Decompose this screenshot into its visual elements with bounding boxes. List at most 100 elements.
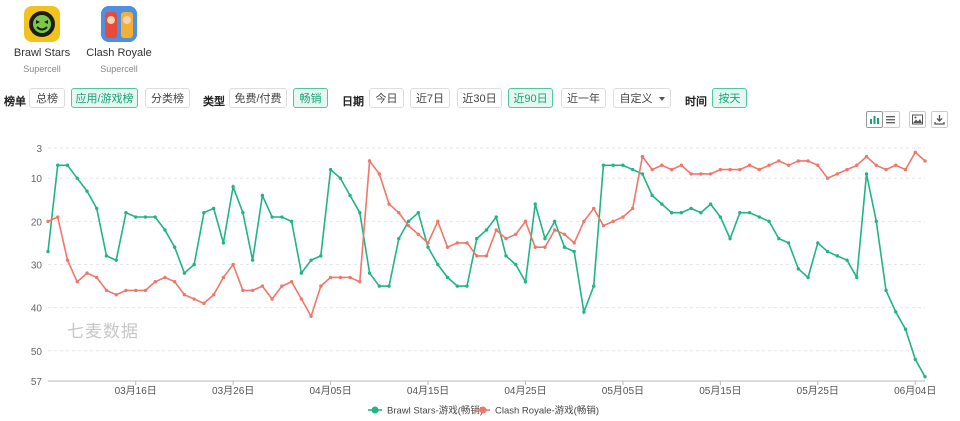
chart-view-icon[interactable] (866, 111, 883, 128)
data-point (104, 254, 109, 258)
time-option-daily[interactable]: 按天 (712, 88, 747, 108)
data-point (260, 193, 265, 198)
data-point (523, 280, 528, 284)
data-point (387, 202, 391, 206)
data-point (231, 262, 235, 267)
app-name: Brawl Stars (13, 47, 71, 59)
data-point (221, 241, 226, 245)
data-point (445, 275, 450, 280)
data-point (465, 241, 469, 245)
data-point (845, 167, 849, 172)
x-tick-label: 04月05日 (309, 385, 351, 397)
data-point (816, 241, 820, 245)
data-point (816, 163, 820, 167)
data-point (299, 297, 304, 301)
legend-label: Brawl Stars-游戏(畅销) (387, 405, 483, 417)
y-tick-label: 40 (31, 304, 43, 315)
data-point (679, 163, 684, 167)
data-point (621, 163, 625, 167)
data-point (494, 228, 498, 232)
data-point (650, 193, 654, 198)
data-point (250, 288, 255, 293)
data-point (436, 219, 440, 224)
type-option-grossing[interactable]: 畅销 (293, 88, 328, 108)
data-point (699, 211, 703, 215)
data-point (591, 284, 596, 288)
data-point (397, 211, 401, 215)
date-option-90d[interactable]: 近90日 (508, 88, 553, 108)
data-point (913, 357, 917, 362)
data-point (75, 176, 79, 180)
date-option-1y[interactable]: 近一年 (561, 88, 606, 108)
data-point (825, 176, 830, 180)
data-point (757, 167, 762, 172)
data-point (504, 236, 508, 241)
data-point (884, 167, 888, 172)
data-point (124, 211, 128, 215)
data-point (572, 249, 576, 254)
type-option-free-paid[interactable]: 免费/付费 (229, 88, 287, 108)
data-point (348, 275, 352, 280)
series-line-brawl-stars (47, 164, 926, 378)
data-point (475, 254, 479, 258)
data-point (894, 163, 898, 167)
y-tick-label: 30 (31, 261, 43, 272)
data-point (182, 271, 187, 275)
data-point (211, 206, 216, 211)
x-tick-label: 05月05日 (602, 385, 644, 397)
data-point (796, 159, 801, 163)
rank-option-app-game[interactable]: 应用/游戏榜 (71, 88, 138, 108)
download-icon[interactable] (931, 111, 948, 128)
chart-toolbar (866, 111, 956, 129)
date-option-30d[interactable]: 近30日 (457, 88, 502, 108)
data-point (669, 167, 674, 172)
data-point (903, 327, 908, 331)
data-point (533, 245, 537, 249)
rank-option-category[interactable]: 分类榜 (145, 88, 190, 108)
rank-option-total[interactable]: 总榜 (29, 88, 65, 108)
app-developer: Supercell (23, 64, 61, 74)
data-point (591, 206, 596, 211)
data-point (202, 301, 206, 306)
save-image-icon[interactable] (909, 111, 926, 128)
date-custom-dropdown[interactable]: 自定义 (613, 88, 671, 108)
data-point (533, 202, 537, 206)
app-list: Brawl Stars Supercell Clash Royale Super… (0, 0, 300, 80)
app-card-clash-royale[interactable]: Clash Royale Supercell (79, 6, 159, 74)
data-point (923, 159, 927, 163)
data-point (913, 150, 917, 155)
y-tick-label: 10 (31, 174, 43, 185)
data-point (786, 163, 791, 167)
data-point (718, 167, 723, 172)
data-point (163, 275, 167, 280)
y-tick-label: 20 (31, 217, 43, 228)
data-point (514, 262, 518, 267)
data-point (387, 284, 391, 288)
data-point (747, 211, 752, 215)
data-point (211, 293, 216, 297)
rank-filter-label: 榜单 (4, 96, 26, 108)
data-point (416, 211, 420, 215)
data-point (601, 163, 606, 167)
filter-bar: 榜单 总榜 应用/游戏榜 分类榜 类型 免费/付费 畅销 日期 今日 近7日 近… (0, 88, 960, 112)
data-point (679, 211, 684, 215)
table-view-icon[interactable] (883, 111, 900, 128)
data-point (689, 172, 693, 176)
data-point (426, 241, 430, 245)
data-point (699, 172, 703, 176)
data-point (260, 284, 265, 288)
data-point (319, 254, 323, 258)
app-card-brawl-stars[interactable]: Brawl Stars Supercell (2, 6, 82, 74)
data-point (426, 245, 430, 249)
data-point (864, 154, 869, 159)
data-point (669, 211, 674, 215)
data-point (601, 223, 606, 228)
x-tick-label: 04月25日 (504, 385, 546, 397)
date-option-today[interactable]: 今日 (369, 88, 404, 108)
brawl-stars-app-icon[interactable] (24, 6, 60, 42)
data-point (855, 275, 859, 280)
date-custom-label: 自定义 (619, 93, 653, 105)
date-option-7d[interactable]: 近7日 (410, 88, 450, 108)
data-point (143, 215, 148, 219)
clash-royale-app-icon[interactable] (101, 6, 137, 42)
